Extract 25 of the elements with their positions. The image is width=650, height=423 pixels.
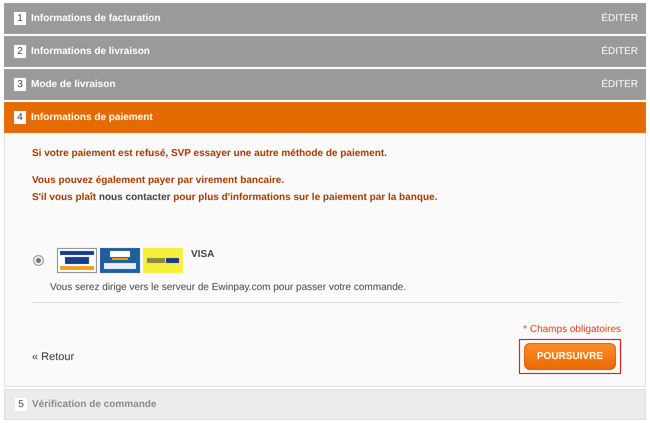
method-label: VISA: [191, 249, 214, 260]
radio-button[interactable]: [33, 255, 44, 266]
step-header[interactable]: 2 Informations de livraison ÉDITER: [4, 36, 646, 67]
required-note: * Champs obligatoires: [522, 324, 621, 335]
card-logo-icon: [100, 248, 140, 273]
contact-text: S'il vous plaît nous contacter pour plus d'informations sur le paiement par la banque.: [32, 191, 438, 205]
step-title: Informations de facturation: [31, 13, 162, 24]
step-number: 5: [15, 398, 27, 411]
notice-text: Si votre paiement est refusé, SVP essayer une autre méthode de paiement.: [32, 147, 388, 161]
step-number: 1: [14, 12, 26, 25]
redirect-text: Vous serez dirige vers le serveur de Ewinpay.com pour passer votre commande.: [50, 282, 408, 293]
step-number: 3: [14, 78, 26, 91]
step-title: Mode de livraison: [31, 79, 116, 90]
step-header[interactable]: 3 Mode de livraison ÉDITER: [4, 69, 646, 100]
step-title: Informations de paiement: [31, 112, 154, 123]
step-title: Informations de livraison: [31, 46, 151, 57]
transfer-text: Vous pouvez également payer par virement bancaire.: [32, 174, 286, 188]
step-header[interactable]: 1 Informations de facturation ÉDITER: [4, 3, 646, 34]
step-number: 4: [14, 111, 26, 124]
contact-link[interactable]: nous contacter: [98, 192, 171, 203]
card-logo-icon: [57, 248, 97, 273]
step-number: 2: [14, 45, 26, 58]
card-logo-icon: [143, 248, 183, 273]
back-link[interactable]: « Retour: [32, 350, 74, 362]
step-title: Vérification de commande: [32, 399, 158, 410]
